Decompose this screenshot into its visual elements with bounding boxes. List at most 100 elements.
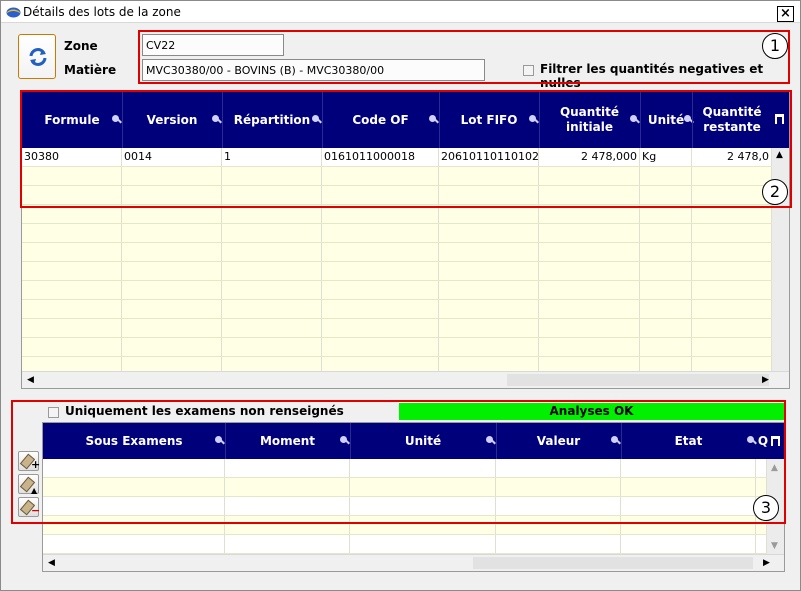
table-row[interactable] bbox=[22, 300, 772, 319]
table-cell bbox=[756, 535, 767, 553]
sort-key-icon bbox=[429, 115, 436, 122]
table-row[interactable] bbox=[22, 281, 772, 300]
table-row[interactable] bbox=[43, 516, 767, 535]
col-valeur-label: Valeur bbox=[536, 433, 581, 448]
table-cell bbox=[350, 497, 496, 515]
table-row[interactable] bbox=[43, 535, 767, 554]
edit-exam-button[interactable]: ▲ bbox=[18, 474, 39, 495]
table-cell: 2 478,000 bbox=[539, 148, 640, 166]
table-cell bbox=[322, 338, 439, 356]
table-cell bbox=[222, 300, 322, 318]
col-sous-examens-label: Sous Examens bbox=[85, 433, 183, 448]
table-row[interactable] bbox=[22, 186, 772, 205]
exams-horizontal-scrollbar[interactable]: ◀ ▶ bbox=[43, 554, 784, 571]
table-cell bbox=[640, 205, 692, 223]
scroll-up-icon[interactable]: ▲ bbox=[776, 150, 783, 160]
table-cell bbox=[539, 243, 640, 261]
annotation-marker-3: 3 bbox=[753, 495, 779, 521]
table-cell bbox=[439, 281, 539, 299]
delete-exam-button[interactable]: − bbox=[18, 497, 40, 517]
col-code-of[interactable]: Code OF bbox=[322, 92, 439, 148]
table-cell bbox=[122, 243, 222, 261]
zone-field[interactable] bbox=[142, 34, 284, 56]
scroll-right-icon[interactable]: ▶ bbox=[762, 375, 769, 385]
lots-horizontal-scrollbar[interactable]: ◀ ▶ bbox=[22, 371, 789, 388]
refresh-button[interactable] bbox=[18, 34, 56, 79]
table-row[interactable]: 30380 0014 1 0161011000018 20610110110102 2 4… bbox=[22, 148, 772, 167]
col-formule[interactable]: Formule bbox=[22, 92, 122, 148]
table-row[interactable] bbox=[22, 338, 772, 357]
col-repartition[interactable]: Répartition bbox=[222, 92, 322, 148]
table-cell bbox=[439, 262, 539, 280]
table-cell bbox=[222, 281, 322, 299]
col-etat-label: Etat bbox=[674, 433, 703, 448]
scroll-left-icon[interactable]: ◀ bbox=[27, 375, 34, 385]
table-row[interactable] bbox=[22, 357, 772, 371]
filter-negative-checkbox[interactable] bbox=[523, 65, 534, 76]
table-cell bbox=[439, 300, 539, 318]
titlebar: Détails des lots de la zone × bbox=[1, 1, 800, 23]
table-cell bbox=[539, 167, 640, 185]
col-unite[interactable]: Unité bbox=[640, 92, 692, 148]
table-row[interactable] bbox=[22, 224, 772, 243]
table-cell bbox=[439, 243, 539, 261]
table-cell bbox=[692, 205, 772, 223]
lots-grid-body: 30380 0014 1 0161011000018 20610110110102 2 4… bbox=[22, 148, 772, 371]
scroll-thumb[interactable] bbox=[507, 374, 769, 386]
close-button[interactable]: × bbox=[777, 6, 794, 22]
table-cell bbox=[640, 357, 692, 371]
table-cell bbox=[756, 459, 767, 477]
table-cell bbox=[22, 300, 122, 318]
table-cell bbox=[222, 319, 322, 337]
table-cell bbox=[640, 167, 692, 185]
sort-key-icon bbox=[212, 115, 219, 122]
col-etat[interactable]: Etat bbox=[621, 423, 756, 459]
table-cell bbox=[496, 478, 621, 496]
scroll-right-icon[interactable]: ▶ bbox=[763, 558, 770, 568]
table-row[interactable] bbox=[43, 497, 767, 516]
matiere-field[interactable] bbox=[142, 59, 485, 81]
col-sous-examens[interactable]: Sous Examens bbox=[43, 423, 225, 459]
table-cell bbox=[539, 224, 640, 242]
analyses-status-badge: Analyses OK bbox=[399, 403, 784, 420]
column-chooser-icon[interactable] bbox=[771, 436, 780, 446]
table-cell: 1 bbox=[222, 148, 322, 166]
col-moment[interactable]: Moment bbox=[225, 423, 350, 459]
table-cell bbox=[122, 167, 222, 185]
table-cell bbox=[222, 167, 322, 185]
col-lot-fifo-label: Lot FIFO bbox=[460, 112, 518, 127]
table-row[interactable] bbox=[22, 262, 772, 281]
table-cell bbox=[225, 497, 350, 515]
table-cell bbox=[692, 319, 772, 337]
exams-filter-checkbox[interactable] bbox=[48, 407, 59, 418]
add-exam-button[interactable]: + bbox=[18, 451, 41, 471]
exams-grid-body bbox=[43, 459, 767, 554]
scroll-down-icon[interactable]: ▼ bbox=[771, 541, 778, 551]
table-cell bbox=[350, 478, 496, 496]
col-q[interactable]: Q bbox=[756, 423, 770, 459]
table-row[interactable] bbox=[22, 167, 772, 186]
table-cell bbox=[22, 319, 122, 337]
table-cell bbox=[22, 281, 122, 299]
exams-filter-label: Uniquement les examens non renseignés bbox=[65, 404, 344, 418]
column-chooser-icon[interactable] bbox=[775, 114, 784, 124]
scroll-up-icon[interactable]: ▲ bbox=[771, 463, 778, 473]
col-valeur[interactable]: Valeur bbox=[496, 423, 621, 459]
table-row[interactable] bbox=[22, 319, 772, 338]
scroll-thumb[interactable] bbox=[473, 557, 753, 569]
table-cell bbox=[122, 186, 222, 204]
table-row[interactable] bbox=[43, 459, 767, 478]
col-lot-fifo[interactable]: Lot FIFO bbox=[439, 92, 539, 148]
col-quantite-restante[interactable]: Quantité restante bbox=[692, 92, 772, 148]
col-unite-exam[interactable]: Unité bbox=[350, 423, 496, 459]
plus-icon: + bbox=[31, 458, 41, 471]
table-cell bbox=[692, 281, 772, 299]
col-version[interactable]: Version bbox=[122, 92, 222, 148]
table-row[interactable] bbox=[43, 478, 767, 497]
sort-key-icon bbox=[529, 115, 536, 122]
zone-label: Zone bbox=[64, 39, 98, 53]
col-quantite-initiale[interactable]: Quantité initiale bbox=[539, 92, 640, 148]
table-row[interactable] bbox=[22, 243, 772, 262]
scroll-left-icon[interactable]: ◀ bbox=[48, 558, 55, 568]
table-row[interactable] bbox=[22, 205, 772, 224]
